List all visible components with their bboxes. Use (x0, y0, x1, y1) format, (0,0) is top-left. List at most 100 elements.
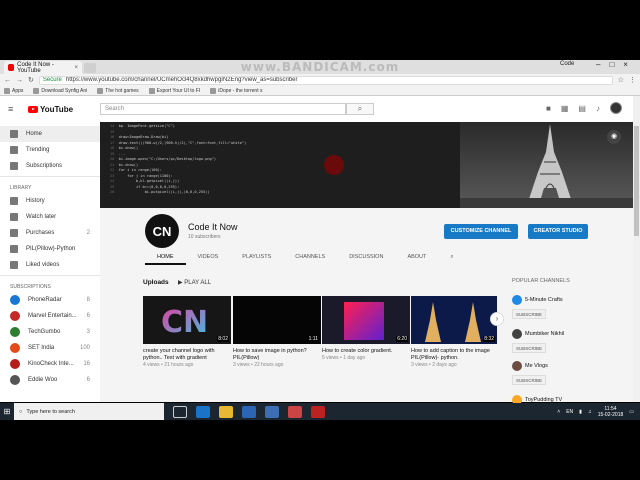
subscribe-button[interactable]: SUBSCRIBE (512, 343, 546, 353)
video-thumbnail[interactable]: 1:11 (233, 296, 321, 344)
tab-home[interactable]: HOME (145, 251, 186, 265)
youtube-logo-text: YouTube (40, 104, 74, 114)
play-all-button[interactable]: ▶ PLAY ALL (178, 279, 211, 286)
task-view-icon[interactable] (173, 405, 187, 418)
account-avatar[interactable] (609, 102, 622, 114)
browser-menu-icon[interactable]: ⋮ (629, 76, 636, 84)
tab-playlists[interactable]: PLAYLISTS (230, 251, 283, 265)
upload-video-icon[interactable]: ■ (546, 104, 551, 113)
bandicam-icon[interactable] (311, 405, 325, 418)
bookmark-item[interactable]: Export Your UI to FI (148, 87, 200, 94)
tab-about[interactable]: ABOUT (395, 251, 438, 265)
keyboard-language[interactable]: EN (566, 409, 573, 415)
sidebar-item-label: Eddie Woo (28, 377, 58, 383)
search-button[interactable]: ⌕ (346, 103, 374, 115)
history-icon (10, 197, 18, 205)
code-text: ... (118, 151, 126, 156)
subscribe-button[interactable]: SUBSCRIBE (512, 309, 546, 319)
tray-chevron-icon[interactable]: ˄ (557, 409, 560, 415)
browser-user[interactable]: Code (560, 61, 574, 67)
volume-icon[interactable]: ♫ (588, 409, 592, 415)
taskbar-search[interactable]: ○ Type here to search (14, 403, 164, 420)
video-title[interactable]: How to save image in python? PIL(Pillow) (233, 348, 321, 362)
bookmarks-bar: Apps Download Synfig Ani The hot games E… (0, 86, 640, 96)
page-scrollbar[interactable] (633, 96, 640, 402)
bookmark-star-icon[interactable]: ☆ (618, 76, 624, 84)
video-thumbnail[interactable]: CN 8:02 (143, 296, 231, 344)
popular-channel-item[interactable]: Me Vlogs (512, 361, 548, 371)
search-input[interactable]: Search (100, 103, 346, 115)
video-thumbnail[interactable]: 8:32 (411, 296, 497, 344)
chrome-icon[interactable] (288, 405, 302, 418)
sidebar-item-home[interactable]: Home (0, 126, 100, 142)
back-icon[interactable]: ← (4, 77, 11, 84)
sidebar-item-watch-later[interactable]: Watch later (0, 209, 100, 225)
menu-icon[interactable]: ≡ (8, 104, 18, 114)
reload-icon[interactable]: ↻ (28, 76, 34, 84)
sidebar-item-trending[interactable]: Trending (0, 142, 100, 158)
line-number: 17 (110, 140, 119, 145)
code-text: if b==(0,0,0,0,255): (118, 184, 180, 189)
sidebar-item-label: History (26, 198, 45, 204)
bookmark-item[interactable]: Apps (4, 87, 23, 94)
tab-videos[interactable]: VIDEOS (186, 251, 231, 265)
notifications-icon[interactable]: ▭ (629, 409, 634, 415)
store-icon[interactable] (242, 405, 256, 418)
sidebar-subscription-item[interactable]: SET India 100 (0, 340, 100, 356)
url-field[interactable]: Secure https://www.youtube.com/channel/U… (38, 75, 613, 85)
apps-grid-icon[interactable]: ▦ (561, 104, 569, 113)
carousel-next-button[interactable]: › (490, 312, 504, 326)
sidebar-item-history[interactable]: History (0, 193, 100, 209)
youtube-logo[interactable]: YouTube (28, 105, 73, 114)
scrollbar-thumb[interactable] (634, 126, 639, 236)
code-text: for j in range(1100): (118, 173, 173, 178)
subscribe-button[interactable]: SUBSCRIBE (512, 375, 546, 385)
maximize-icon[interactable]: □ (609, 60, 614, 69)
sidebar-subscription-item[interactable]: PhoneRadar 8 (0, 292, 100, 308)
channel-avatar-icon (512, 329, 522, 339)
forward-icon[interactable]: → (16, 77, 23, 84)
bookmark-item[interactable]: The hot games (97, 87, 139, 94)
code-text: bp. ImageFont.getsize("C") (118, 124, 175, 128)
creator-studio-button[interactable]: CREATOR STUDIO (528, 224, 588, 239)
system-clock[interactable]: 11:54 15-02-2018 (598, 406, 624, 418)
bookmark-item[interactable]: iDope - the torrent s (210, 87, 262, 94)
channel-search-icon[interactable]: ⌕ (438, 251, 465, 265)
video-thumbnail[interactable]: 6:20 (322, 296, 410, 344)
messages-icon[interactable]: ▤ (578, 104, 586, 113)
popular-channel-item[interactable]: Mumbiker Nikhil (512, 329, 564, 339)
windows-start-icon[interactable]: ⊞ (0, 403, 14, 420)
edge-browser-icon[interactable] (196, 405, 210, 418)
sidebar-item-purchases[interactable]: Purchases 2 (0, 225, 100, 241)
sidebar-item-playlist[interactable]: PIL(Pillow)-Python (0, 241, 100, 257)
video-title[interactable]: How to add caption to the image PIL(Pill… (411, 348, 497, 362)
channel-avatar-icon (10, 311, 20, 321)
network-icon[interactable]: ▮ (579, 409, 582, 415)
close-window-icon[interactable]: × (623, 60, 628, 69)
minimize-icon[interactable]: – (596, 60, 600, 69)
sidebar-item-liked-videos[interactable]: Liked videos (0, 257, 100, 273)
video-title[interactable]: create your channel logo with python.. T… (143, 348, 231, 362)
sidebar-subscription-item[interactable]: Eddie Woo 6 (0, 372, 100, 388)
file-explorer-icon[interactable] (219, 405, 233, 418)
bookmark-item[interactable]: Download Synfig Ani (33, 87, 87, 94)
python-idle-icon[interactable] (265, 405, 279, 418)
sidebar-subscription-item[interactable]: KinoCheck Inte... 16 (0, 356, 100, 372)
notifications-bell-icon[interactable]: ♪ (596, 104, 600, 113)
video-title[interactable]: How to create color gradient. (322, 348, 410, 355)
tab-discussion[interactable]: DISCUSSION (337, 251, 395, 265)
sidebar-subscription-item[interactable]: Marvel Entertain... 6 (0, 308, 100, 324)
sidebar-item-label: Subscriptions (26, 163, 63, 169)
uploads-title[interactable]: Uploads (143, 279, 169, 286)
channel-avatar[interactable]: CN (145, 214, 179, 248)
sidebar-subscription-item[interactable]: TechGumbo 3 (0, 324, 100, 340)
line-number: 19 (110, 151, 119, 156)
customize-channel-button[interactable]: CUSTOMIZE CHANNEL (444, 224, 518, 239)
video-meta: 4 views • 21 hours ago (143, 362, 194, 368)
bookmark-icon (33, 87, 40, 94)
edit-banner-camera-icon[interactable]: ◉ (607, 130, 621, 144)
sidebar-item-subscriptions[interactable]: Subscriptions (0, 158, 100, 174)
apps-icon (4, 87, 10, 94)
tab-channels[interactable]: CHANNELS (283, 251, 337, 265)
popular-channel-item[interactable]: 5-Minute Crafts (512, 295, 563, 305)
